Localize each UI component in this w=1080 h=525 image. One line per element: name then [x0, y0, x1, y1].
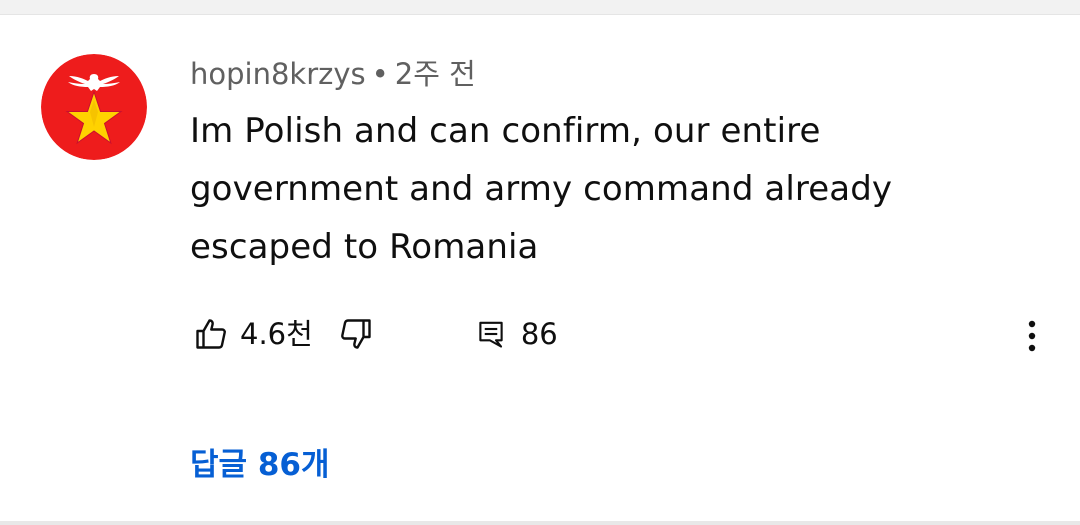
- comment-text: Im Polish and can confirm, our entire go…: [190, 111, 893, 267]
- comment-thread: hopin8krzys • 2주 전 Im Polish and can confi…: [0, 14, 1080, 520]
- reply-comment-icon: [479, 321, 503, 348]
- author-name[interactable]: hopin8krzys: [190, 57, 366, 91]
- dislike-button[interactable]: [335, 310, 377, 358]
- top-divider: [0, 0, 1080, 15]
- reply-button[interactable]: [473, 310, 509, 358]
- thumbs-up-icon: [196, 319, 226, 349]
- reply-count: 86: [520, 317, 558, 351]
- more-vert-icon: [1028, 320, 1036, 352]
- view-replies-link[interactable]: 답글 86개: [190, 440, 330, 490]
- more-options-button[interactable]: [1014, 316, 1050, 356]
- author-avatar[interactable]: [41, 54, 147, 160]
- comment-meta: hopin8krzys • 2주 전: [190, 54, 476, 94]
- comment-actions: 4.6천 86: [190, 310, 558, 358]
- thumbs-down-icon: [340, 319, 371, 349]
- meta-separator: •: [371, 57, 389, 91]
- like-button[interactable]: [190, 310, 232, 358]
- like-count: 4.6천: [240, 317, 313, 351]
- bottom-divider: [0, 521, 1080, 525]
- comment-timestamp: 2주 전: [394, 57, 476, 91]
- avatar-emblem-icon: [41, 54, 147, 160]
